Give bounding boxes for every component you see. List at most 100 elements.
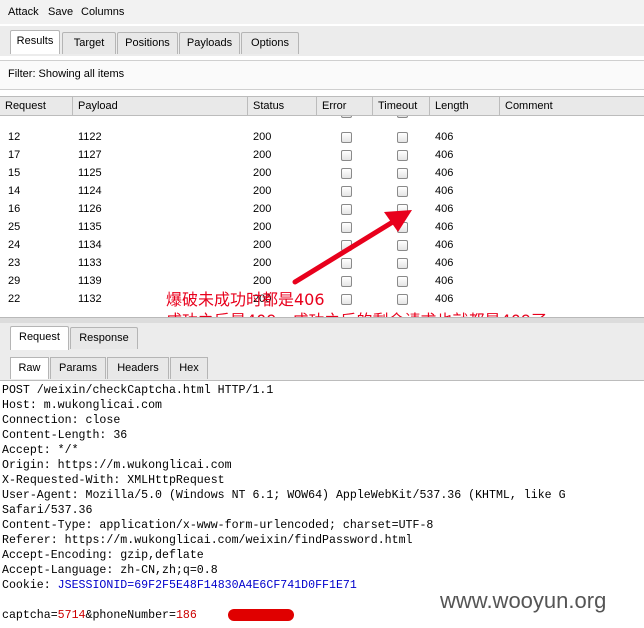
cell-request: 25 — [8, 221, 21, 233]
filter-text: Filter: Showing all items — [8, 68, 125, 80]
tab-results[interactable]: Results — [10, 30, 60, 54]
tab-raw[interactable]: Raw — [10, 357, 49, 379]
cell-payload: 1126 — [78, 203, 102, 215]
cell-length: 406 — [435, 221, 454, 233]
timeout-checkbox — [397, 276, 408, 287]
table-row[interactable]: 24 1134 200 406 — [0, 236, 644, 254]
cell-payload: 1132 — [78, 293, 102, 305]
header-line: Accept-Encoding: gzip,deflate — [2, 549, 204, 562]
header-line: Connection: close — [2, 414, 121, 427]
error-checkbox — [341, 150, 352, 161]
menu-bar: Attack Save Columns — [0, 0, 644, 24]
error-checkbox — [341, 240, 352, 251]
cell-status: 200 — [253, 257, 272, 269]
timeout-checkbox — [397, 294, 408, 305]
tab-options[interactable]: Options — [241, 32, 299, 54]
col-error[interactable]: Error — [317, 97, 373, 115]
col-comment[interactable]: Comment — [500, 97, 644, 115]
timeout-checkbox — [397, 204, 408, 215]
cell-payload: 1139 — [78, 275, 102, 287]
header-line: Accept-Language: zh-CN,zh;q=0.8 — [2, 564, 218, 577]
col-payload[interactable]: Payload — [73, 97, 248, 115]
cookie-value: JSESSIONID=69F2F5E48F14830A4E6CF741D0FF1… — [57, 579, 357, 592]
tab-hex[interactable]: Hex — [170, 357, 208, 379]
cell-status: 200 — [253, 149, 272, 161]
error-checkbox — [341, 222, 352, 233]
error-checkbox — [341, 186, 352, 197]
top-tab-bar: Results Target Positions Payloads Option… — [0, 26, 644, 56]
cookie-line: Cookie: JSESSIONID=69F2F5E48F14830A4E6CF… — [2, 579, 357, 592]
table-row[interactable]: 25 1135 200 406 — [0, 218, 644, 236]
cell-length: 406 — [435, 257, 454, 269]
table-row[interactable]: 17 1127 200 406 — [0, 146, 644, 164]
col-timeout[interactable]: Timeout — [373, 97, 430, 115]
cell-status: 200 — [253, 185, 272, 197]
tab-payloads[interactable]: Payloads — [179, 32, 240, 54]
results-table-header: Request Payload Status Error Timeout Len… — [0, 96, 644, 116]
header-line: Safari/537.36 — [2, 504, 93, 517]
watermark: www.wooyun.org — [440, 588, 607, 613]
tab-target[interactable]: Target — [62, 32, 116, 54]
error-checkbox — [341, 276, 352, 287]
cell-payload: 1122 — [78, 131, 102, 143]
cell-request: 12 — [8, 131, 21, 143]
cell-status: 200 — [253, 116, 271, 118]
cell-length: 406 — [435, 239, 454, 251]
timeout-checkbox — [397, 240, 408, 251]
timeout-checkbox — [397, 186, 408, 197]
cell-length: 406 — [435, 203, 454, 215]
cell-request: 22 — [8, 293, 21, 305]
table-row[interactable]: 14 1124 200 406 — [0, 182, 644, 200]
table-row[interactable]: 15 1125 200 406 — [0, 164, 644, 182]
table-row[interactable]: 11 1121 200 406 — [0, 116, 644, 121]
cell-request: 23 — [8, 257, 21, 269]
tab-headers[interactable]: Headers — [107, 357, 169, 379]
error-checkbox — [341, 116, 352, 118]
cell-payload: 1133 — [78, 257, 102, 269]
cell-status: 200 — [253, 221, 272, 233]
cell-status: 200 — [253, 131, 272, 143]
timeout-checkbox — [397, 222, 408, 233]
cell-length: 406 — [435, 116, 453, 118]
phone-value: 186 — [175, 609, 197, 622]
body-param-captcha: captcha= — [2, 609, 58, 622]
table-row[interactable]: 12 1122 200 406 — [0, 128, 644, 146]
timeout-checkbox — [397, 258, 408, 269]
cell-length: 406 — [435, 185, 454, 197]
tab-request[interactable]: Request — [10, 326, 69, 350]
tab-params[interactable]: Params — [50, 357, 106, 379]
header-line: Referer: https://m.wukonglicai.com/weixi… — [2, 534, 413, 547]
timeout-checkbox — [397, 150, 408, 161]
filter-bar[interactable]: Filter: Showing all items — [0, 60, 644, 90]
cell-length: 406 — [435, 167, 454, 179]
col-request[interactable]: Request — [0, 97, 73, 115]
col-status[interactable]: Status — [248, 97, 317, 115]
cell-payload: 1134 — [78, 239, 102, 251]
header-line: X-Requested-With: XMLHttpRequest — [2, 474, 225, 487]
message-tab-bar: Request Response — [0, 323, 644, 352]
cell-length: 406 — [435, 149, 454, 161]
menu-columns[interactable]: Columns — [81, 6, 124, 18]
redaction-mark — [228, 609, 294, 621]
cell-payload: 1127 — [78, 149, 102, 161]
menu-attack[interactable]: Attack — [8, 6, 39, 18]
cell-request: 24 — [8, 239, 21, 251]
body-param-phone: &phoneNumber= — [85, 609, 176, 622]
header-line: User-Agent: Mozilla/5.0 (Windows NT 6.1;… — [2, 489, 566, 502]
timeout-checkbox — [397, 132, 408, 143]
tab-response[interactable]: Response — [70, 327, 138, 349]
cell-length: 406 — [435, 275, 454, 287]
tab-positions[interactable]: Positions — [117, 32, 178, 54]
cell-status: 200 — [253, 167, 272, 179]
error-checkbox — [341, 204, 352, 215]
table-row[interactable]: 16 1126 200 406 — [0, 200, 644, 218]
header-line: Content-Length: 36 — [2, 429, 128, 442]
cell-length: 406 — [435, 293, 454, 305]
table-row[interactable]: 23 1133 200 406 — [0, 254, 644, 272]
menu-save[interactable]: Save — [48, 6, 73, 18]
header-line: Origin: https://m.wukonglicai.com — [2, 459, 232, 472]
cell-payload: 1135 — [78, 221, 102, 233]
col-length[interactable]: Length — [430, 97, 500, 115]
cell-request: 11 — [8, 116, 19, 118]
header-line: Content-Type: application/x-www-form-url… — [2, 519, 434, 532]
